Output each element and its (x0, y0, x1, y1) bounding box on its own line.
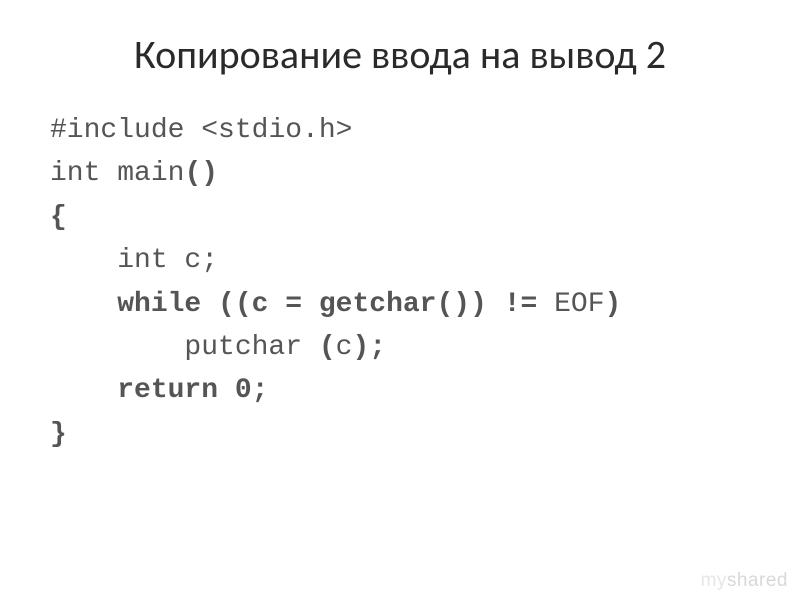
code-text: ); (352, 332, 386, 363)
code-text: putchar (50, 332, 319, 363)
code-text: <stdio.h> (201, 115, 352, 146)
slide-container: Копирование ввода на вывод 2 #include <s… (0, 0, 800, 600)
code-text: c (336, 332, 353, 363)
code-line-5: while ((c = getchar()) != EOF) (50, 283, 750, 326)
code-text: return (50, 375, 218, 406)
code-text: ) (605, 289, 622, 320)
code-text: () (184, 158, 218, 189)
code-text: ()) != (436, 289, 554, 320)
code-line-7: return 0; (50, 369, 750, 412)
code-line-8: } (50, 413, 750, 456)
code-text: 0; (218, 375, 268, 406)
slide-title: Копирование ввода на вывод 2 (50, 30, 750, 79)
code-text: while (50, 289, 201, 320)
watermark-my: my (701, 570, 727, 591)
code-text: c; (184, 245, 218, 276)
code-text: int (50, 245, 184, 276)
watermark: myshared (701, 570, 788, 592)
code-text: main (117, 158, 184, 189)
code-text: ( (319, 332, 336, 363)
code-line-1: #include <stdio.h> (50, 109, 750, 152)
code-text: ((c = getchar (201, 289, 436, 320)
code-line-6: putchar (c); (50, 326, 750, 369)
code-text: int (50, 158, 117, 189)
code-block: #include <stdio.h> int main() { int c; w… (50, 109, 750, 456)
code-line-3: { (50, 196, 750, 239)
watermark-shared: shared (727, 570, 788, 591)
code-text: #include (50, 115, 201, 146)
code-line-2: int main() (50, 152, 750, 195)
code-line-4: int c; (50, 239, 750, 282)
code-text: EOF (554, 289, 604, 320)
